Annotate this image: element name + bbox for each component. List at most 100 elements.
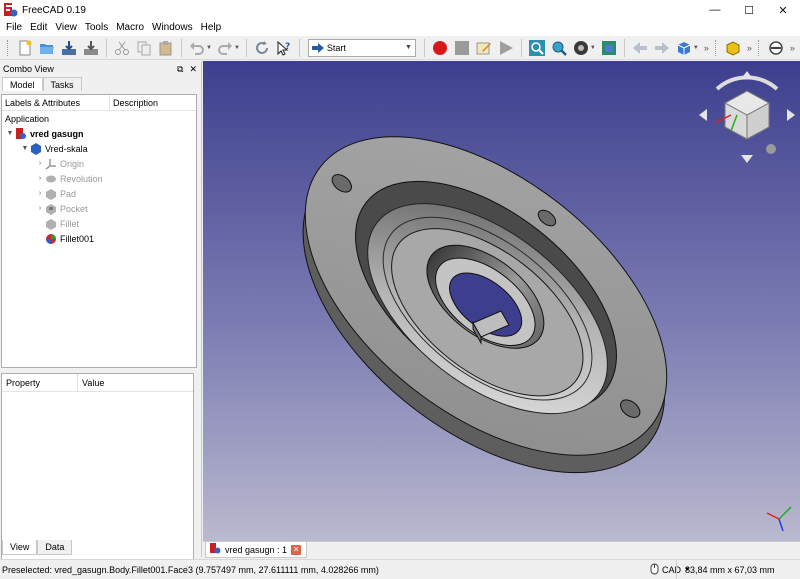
save-icon[interactable]	[59, 38, 79, 58]
workbench-label: Start	[326, 42, 346, 53]
tree-item-origin[interactable]: › Origin	[2, 156, 196, 171]
menu-edit[interactable]: Edit	[26, 20, 51, 36]
draw-style-icon[interactable]	[571, 38, 591, 58]
close-panel-icon[interactable]: ✕	[189, 64, 197, 75]
collapse-arrow-icon[interactable]: ›	[35, 175, 45, 182]
open-folder-icon[interactable]	[37, 38, 57, 58]
record-macro-icon[interactable]	[430, 38, 450, 58]
menu-file[interactable]: File	[2, 20, 26, 36]
menu-view[interactable]: View	[51, 20, 81, 36]
tree-section-application: Application	[5, 113, 50, 124]
view-dropdown-icon[interactable]: ▼	[693, 45, 699, 51]
pad-icon	[45, 188, 57, 200]
column-property[interactable]: Property	[2, 374, 78, 391]
copy-icon[interactable]	[134, 38, 154, 58]
measure-icon[interactable]	[766, 38, 786, 58]
nav-down-icon	[741, 155, 753, 163]
main-toolbar: ▼ ▼ ? Start ▼ ▼ ▼ » » »	[0, 36, 800, 60]
column-description[interactable]: Description	[110, 95, 158, 110]
close-tab-icon[interactable]: ✕	[291, 544, 302, 555]
view-cube-icon[interactable]	[674, 38, 694, 58]
draw-style-dropdown-icon[interactable]: ▼	[590, 45, 596, 51]
workbench-selector[interactable]: Start ▼	[307, 38, 416, 57]
new-document-icon[interactable]	[15, 38, 35, 58]
save-as-icon[interactable]	[81, 38, 101, 58]
fit-selection-icon[interactable]	[549, 38, 569, 58]
maximize-button[interactable]: ☐	[732, 0, 766, 20]
freecad-doc-icon	[210, 543, 225, 556]
stop-macro-icon[interactable]	[452, 38, 472, 58]
document-tab-label: vred gasugn : 1	[225, 544, 288, 555]
tab-model[interactable]: Model	[2, 77, 43, 91]
refresh-icon[interactable]	[252, 38, 272, 58]
tree-item-fillet[interactable]: Fillet	[2, 216, 196, 231]
document-tab[interactable]: vred gasugn : 1 ✕	[205, 542, 308, 558]
collapse-arrow-icon[interactable]: ›	[35, 205, 45, 212]
navigation-cube[interactable]	[695, 67, 799, 171]
back-arrow-icon[interactable]	[630, 38, 650, 58]
combo-view-panel: Combo View ⧉ ✕ Model Tasks Labels & Attr…	[0, 61, 202, 579]
minimize-button[interactable]: —	[698, 0, 732, 20]
toolbar-grip[interactable]	[7, 39, 11, 56]
toolbar-overflow-icon-3[interactable]: »	[790, 43, 795, 53]
model-tree: Labels & Attributes Description Applicat…	[1, 94, 197, 368]
tree-item-body[interactable]: ▼ Vred-skala	[2, 141, 196, 156]
view-menu-icon	[766, 144, 776, 154]
status-bar: Preselected: vred_gasugn.Body.Fillet001.…	[0, 559, 800, 579]
menu-bar: File Edit View Tools Macro Windows Help	[0, 20, 800, 36]
tab-data[interactable]: Data	[37, 540, 73, 555]
menu-windows[interactable]: Windows	[148, 20, 197, 36]
float-panel-icon[interactable]: ⧉	[177, 64, 183, 75]
menu-help[interactable]: Help	[197, 20, 226, 36]
tree-item-pad[interactable]: › Pad	[2, 186, 196, 201]
toolbar-overflow-icon-2[interactable]: »	[747, 43, 752, 53]
body-icon	[30, 142, 42, 155]
forward-arrow-icon[interactable]	[652, 38, 672, 58]
nav-left-icon	[699, 109, 707, 121]
nav-right-icon	[787, 109, 795, 121]
menu-macro[interactable]: Macro	[112, 20, 148, 36]
tree-item-fillet001[interactable]: Fillet001	[2, 231, 196, 246]
axis-triad	[766, 506, 792, 532]
cut-icon[interactable]	[112, 38, 132, 58]
tree-item-pocket[interactable]: › Pocket	[2, 201, 196, 216]
svg-text:?: ?	[285, 42, 290, 52]
tree-item-document[interactable]: ▼ vred gasugn	[2, 126, 196, 141]
whats-this-icon[interactable]: ?	[274, 38, 294, 58]
expand-arrow-icon[interactable]: ▼	[20, 145, 30, 152]
tab-view[interactable]: View	[2, 540, 38, 555]
paste-icon[interactable]	[156, 38, 176, 58]
toolbar-overflow-icon[interactable]: »	[704, 43, 709, 53]
fillet-icon	[45, 218, 57, 230]
fillet-icon	[45, 233, 57, 245]
toolbar-grip-3[interactable]	[757, 39, 762, 56]
collapse-arrow-icon[interactable]: ›	[35, 160, 45, 167]
fit-all-icon[interactable]	[527, 38, 547, 58]
start-arrow-icon	[311, 42, 324, 53]
column-labels[interactable]: Labels & Attributes	[2, 95, 110, 110]
play-macro-icon[interactable]	[496, 38, 516, 58]
expand-arrow-icon[interactable]: ▼	[5, 130, 15, 137]
box-select-icon[interactable]	[599, 38, 619, 58]
close-button[interactable]: ✕	[766, 0, 800, 20]
revolution-icon	[45, 173, 57, 185]
pocket-icon	[45, 203, 57, 215]
redo-dropdown-icon[interactable]: ▼	[234, 45, 240, 51]
3d-viewport[interactable]	[203, 61, 800, 541]
view-dimensions: 83,84 mm x 67,03 mm	[676, 560, 775, 579]
mouse-icon	[650, 563, 659, 577]
column-value[interactable]: Value	[78, 374, 104, 391]
part-box-icon[interactable]	[723, 38, 743, 58]
window-title: FreeCAD 0.19	[22, 4, 86, 16]
tab-tasks[interactable]: Tasks	[42, 77, 82, 91]
edit-macro-icon[interactable]	[474, 38, 494, 58]
origin-icon	[45, 158, 57, 170]
undo-icon[interactable]	[187, 38, 207, 58]
redo-icon[interactable]	[215, 38, 235, 58]
toolbar-grip-2[interactable]	[714, 39, 719, 56]
title-bar: FreeCAD 0.19 — ☐ ✕	[0, 0, 800, 20]
collapse-arrow-icon[interactable]: ›	[35, 190, 45, 197]
undo-dropdown-icon[interactable]: ▼	[206, 45, 212, 51]
tree-item-revolution[interactable]: › Revolution	[2, 171, 196, 186]
menu-tools[interactable]: Tools	[81, 20, 112, 36]
